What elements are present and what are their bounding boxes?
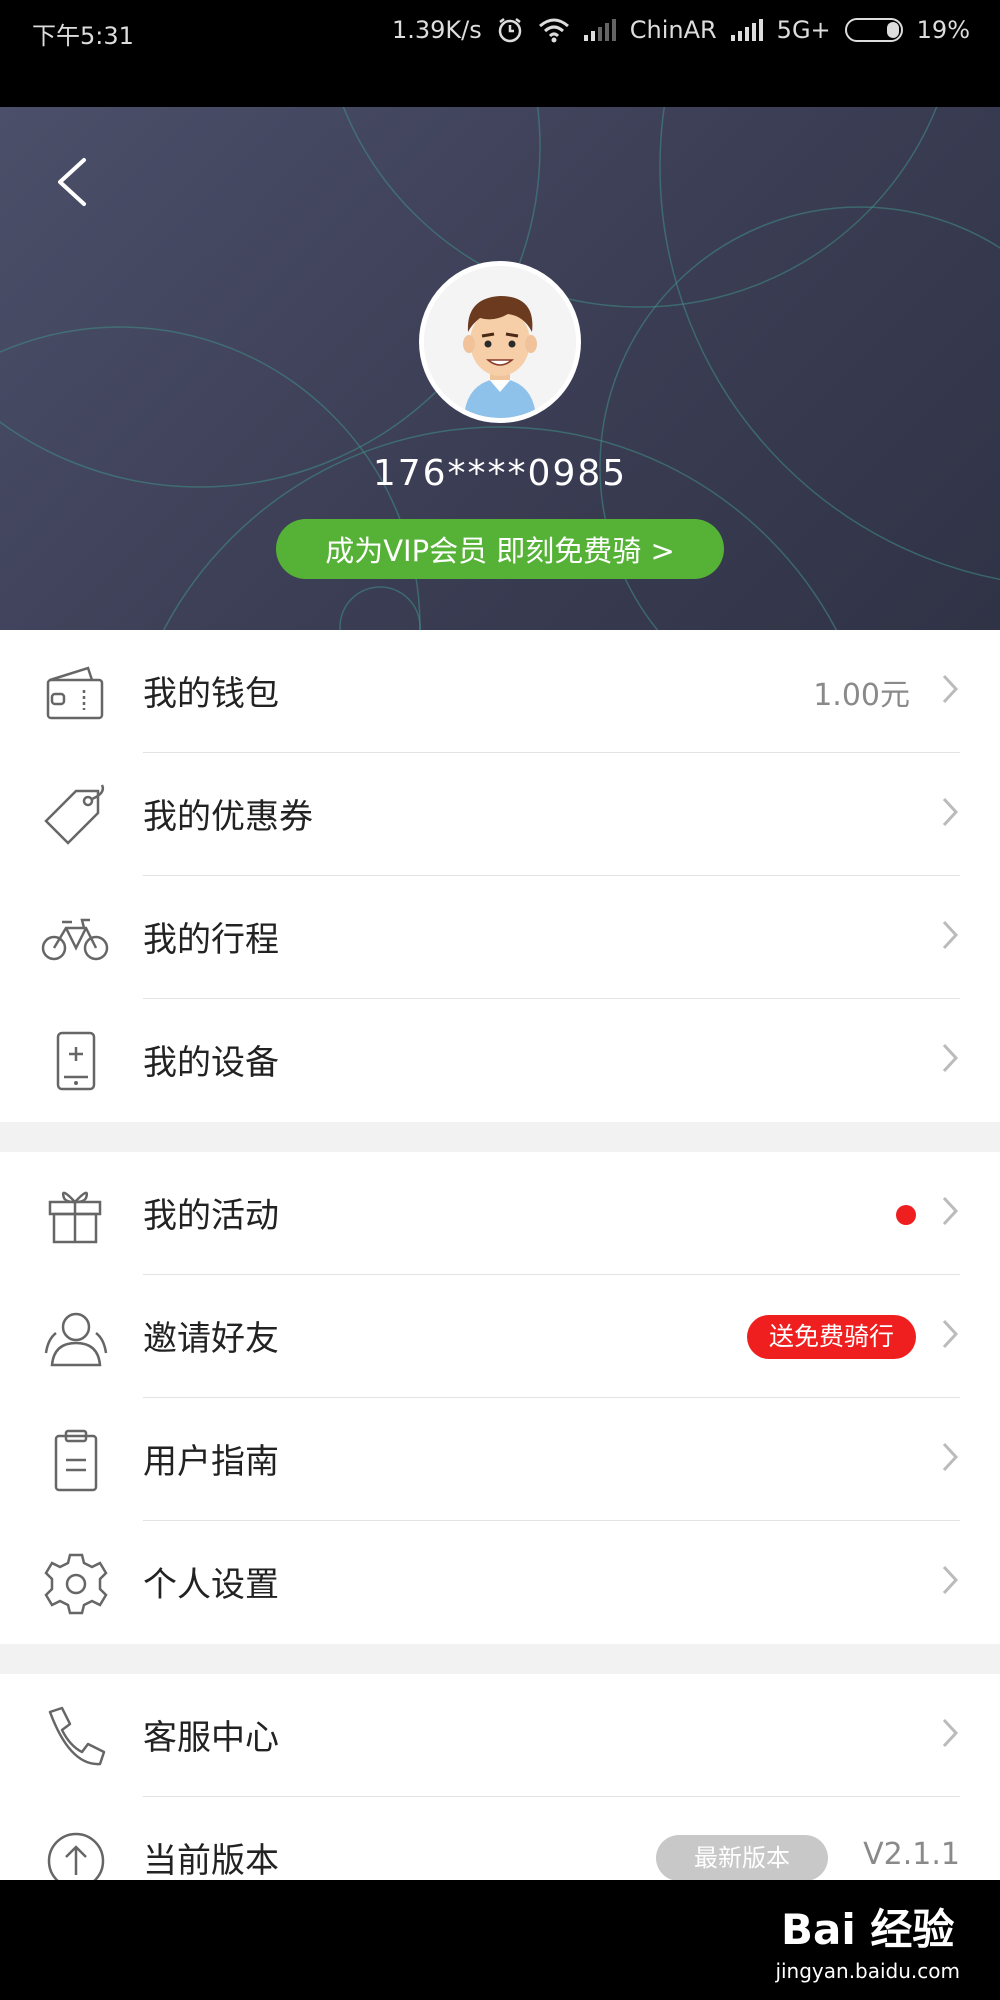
phone-number: 176****0985: [372, 453, 628, 494]
chevron-right-icon: [942, 920, 959, 950]
menu-item-settings[interactable]: 个人设置: [0, 1521, 1000, 1644]
menu-label: 我的钱包: [143, 674, 279, 714]
menu-item-activities[interactable]: 我的活动: [0, 1152, 1000, 1275]
menu-list: 我的钱包 1.00元 我的优惠券 我的行程 我的设备 我的活动 邀请好友 送免费…: [0, 630, 1000, 1880]
menu-label: 我的行程: [143, 920, 279, 960]
baidu-watermark: Bai 经验 jingyan.baidu.com: [775, 1896, 960, 1983]
notification-dot: [896, 1205, 916, 1225]
battery-icon: [844, 18, 903, 42]
gift-icon: [48, 1191, 102, 1244]
menu-label: 我的设备: [143, 1043, 279, 1083]
chevron-right-icon: [942, 1196, 959, 1226]
avatar[interactable]: [419, 261, 581, 423]
menu-item-wallet[interactable]: 我的钱包 1.00元: [0, 630, 1000, 753]
vip-button[interactable]: 成为VIP会员 即刻免费骑 >: [276, 519, 724, 579]
wallet-balance: 1.00元: [813, 678, 910, 713]
clipboard-icon: [54, 1429, 98, 1492]
chevron-right-icon: [942, 674, 959, 704]
status-time: 下午5:31: [32, 22, 134, 50]
back-button[interactable]: [50, 152, 100, 212]
menu-label: 个人设置: [143, 1565, 279, 1605]
chevron-right-icon: [942, 1043, 959, 1073]
menu-label: 用户指南: [143, 1442, 279, 1482]
menu-label: 邀请好友: [143, 1319, 279, 1359]
phone-icon: [48, 1706, 106, 1766]
menu-item-devices[interactable]: 我的设备: [0, 999, 1000, 1122]
avatar-face-icon: [424, 266, 576, 418]
section-gap: [0, 1122, 1000, 1152]
gear-icon: [44, 1553, 108, 1615]
menu-item-version[interactable]: 当前版本 最新版本 V2.1.1: [0, 1797, 1000, 1880]
watermark-main: Bai 经验: [781, 1905, 955, 1954]
menu-label: 我的优惠券: [143, 797, 313, 837]
device-icon: [56, 1031, 96, 1091]
coupon-tag-icon: [44, 784, 105, 845]
status-right: 1.39K/s ChinAR 5G+ 19%: [392, 16, 970, 44]
version-number: V2.1.1: [863, 1837, 960, 1872]
menu-item-invite[interactable]: 邀请好友 送免费骑行: [0, 1275, 1000, 1398]
menu-group-2: 我的活动 邀请好友 送免费骑行 用户指南 个人设置: [0, 1152, 1000, 1644]
menu-group-3: 客服中心 当前版本 最新版本 V2.1.1: [0, 1674, 1000, 1880]
signal-icon: [583, 19, 616, 41]
menu-label: 客服中心: [143, 1718, 279, 1758]
wifi-icon: [538, 18, 569, 43]
network-speed: 1.39K/s: [391, 16, 482, 44]
menu-item-coupons[interactable]: 我的优惠券: [0, 753, 1000, 876]
wallet-icon: [46, 666, 104, 720]
watermark-url: jingyan.baidu.com: [775, 1959, 960, 1983]
bottom-bar: Bai 经验 jingyan.baidu.com: [0, 1880, 1000, 2000]
chevron-right-icon: [942, 797, 959, 827]
signal-icon: [730, 19, 763, 41]
chevron-right-icon: [942, 1442, 959, 1472]
status-bar: 下午5:31 1.39K/s ChinAR 5G+ 19%: [0, 0, 1000, 107]
upgrade-icon: [47, 1832, 105, 1880]
friends-icon: [44, 1312, 108, 1367]
chevron-right-icon: [942, 1319, 959, 1349]
menu-group-1: 我的钱包 1.00元 我的优惠券 我的行程 我的设备: [0, 630, 1000, 1122]
carrier-name: ChinAR: [629, 16, 717, 44]
menu-item-support[interactable]: 客服中心: [0, 1674, 1000, 1797]
chevron-right-icon: [942, 1565, 959, 1595]
network-type: 5G+: [776, 16, 831, 44]
section-gap: [0, 1644, 1000, 1674]
bicycle-icon: [41, 918, 109, 961]
menu-item-trips[interactable]: 我的行程: [0, 876, 1000, 999]
profile-header: 176****0985 成为VIP会员 即刻免费骑 >: [0, 107, 1000, 630]
battery-level: 19%: [916, 16, 970, 44]
menu-label: 我的活动: [143, 1196, 279, 1236]
chevron-right-icon: [942, 1718, 959, 1748]
alarm-icon: [498, 18, 521, 43]
promo-badge: 送免费骑行: [746, 1315, 916, 1359]
latest-version-badge: 最新版本: [656, 1835, 828, 1880]
menu-label: 当前版本: [143, 1841, 279, 1880]
menu-item-guide[interactable]: 用户指南: [0, 1398, 1000, 1521]
